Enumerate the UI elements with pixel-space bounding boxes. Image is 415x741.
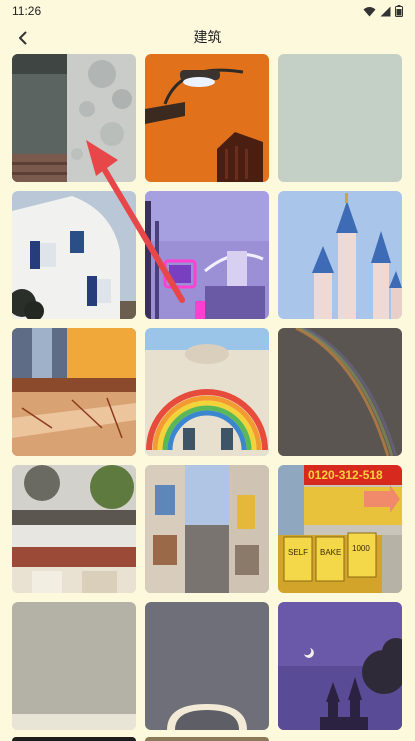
app-bar: 建筑 <box>0 22 415 52</box>
partial-tile-1[interactable] <box>12 737 136 741</box>
rainbow-archway-photo[interactable] <box>145 328 269 456</box>
phone-number-sign: 0120-312-518 <box>308 468 383 482</box>
partial-tile-3[interactable] <box>278 737 402 741</box>
signal-icon <box>380 6 391 16</box>
shadow-wall-photo[interactable] <box>12 54 136 182</box>
rainbow-sky-photo[interactable] <box>278 328 402 456</box>
partial-tile-2[interactable] <box>145 737 269 741</box>
wifi-icon <box>363 6 376 16</box>
white-house-blue-shutters-photo[interactable] <box>12 191 136 319</box>
alley-street-photo[interactable] <box>145 465 269 593</box>
grey-wall-photo[interactable] <box>12 602 136 730</box>
sunset-reflection-photo[interactable] <box>12 328 136 456</box>
status-time: 11:26 <box>12 4 42 18</box>
grey-arch-photo[interactable] <box>145 602 269 730</box>
night-castle-moon-photo[interactable] <box>278 602 402 730</box>
orange-streetlamp-photo[interactable] <box>145 54 269 182</box>
sign-label-1: SELF <box>288 548 308 557</box>
battery-icon <box>395 5 403 17</box>
photo-grid: 0120-312-518 SELF BAKE 1000 <box>12 54 404 730</box>
back-button[interactable] <box>10 25 36 51</box>
status-icons <box>363 5 403 17</box>
castle-towers-photo[interactable] <box>278 191 402 319</box>
partial-row <box>12 737 404 741</box>
status-bar: 11:26 <box>0 0 415 22</box>
yellow-signboards-photo[interactable]: 0120-312-518 SELF BAKE 1000 <box>278 465 402 593</box>
page-title: 建筑 <box>193 29 222 45</box>
sign-label-3: 1000 <box>352 544 370 553</box>
chevron-left-icon <box>19 31 27 45</box>
neon-street-photo[interactable] <box>145 191 269 319</box>
sign-label-2: BAKE <box>320 548 341 557</box>
storefront-street-photo[interactable] <box>12 465 136 593</box>
pale-green-photo[interactable] <box>278 54 402 182</box>
